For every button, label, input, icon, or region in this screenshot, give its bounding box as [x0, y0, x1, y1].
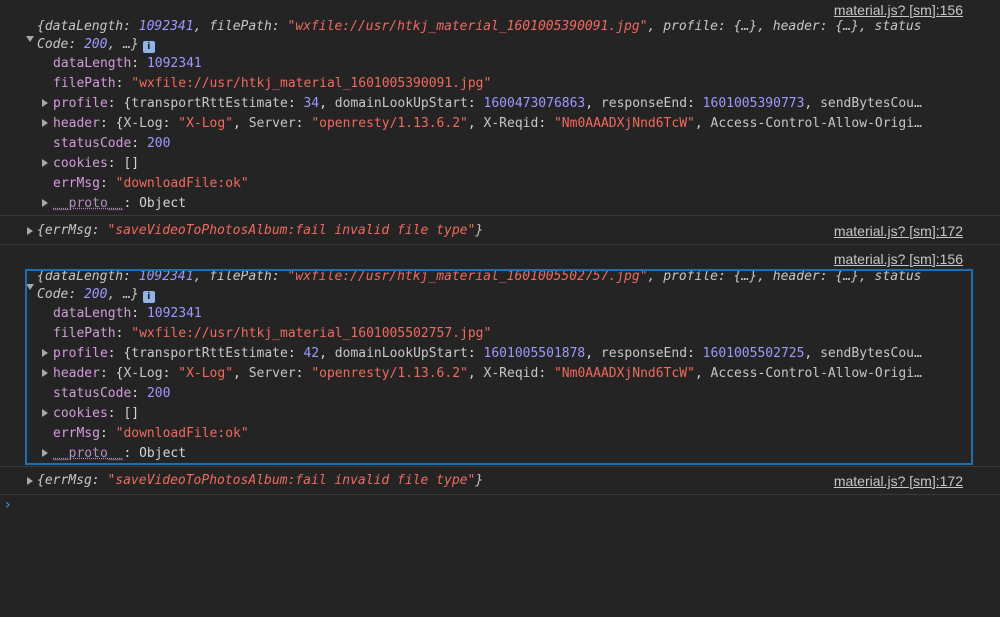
prop-profile[interactable]: profile: {transportRttEstimate: 42, doma… — [53, 344, 970, 364]
console-message-object[interactable]: material.js? [sm]:156 {dataLength: 10923… — [0, 0, 1000, 216]
prop-statusCode: statusCode: 200 — [53, 386, 171, 401]
collapse-triangle-icon[interactable] — [26, 36, 34, 42]
expand-triangle-icon[interactable] — [42, 119, 48, 127]
object-summary-wrap: Code: 200, …} i — [37, 285, 970, 305]
prop-proto[interactable]: __proto__: Object — [53, 194, 970, 214]
expand-triangle-icon[interactable] — [42, 199, 48, 207]
object-summary[interactable]: {errMsg: "saveVideoToPhotosAlbum:fail in… — [37, 221, 970, 241]
info-icon[interactable]: i — [142, 41, 155, 53]
info-icon[interactable]: i — [142, 291, 155, 303]
prop-profile[interactable]: profile: {transportRttEstimate: 34, doma… — [53, 94, 970, 114]
prop-filePath: filePath: "wxfile://usr/htkj_material_16… — [53, 76, 492, 91]
console-input[interactable] — [20, 495, 980, 517]
object-summary-wrap: Code: 200, …} i — [37, 35, 970, 55]
prop-header[interactable]: header: {X-Log: "X-Log", Server: "openre… — [53, 114, 970, 134]
console-prompt-chevron-icon[interactable]: › — [5, 497, 11, 513]
prop-errMsg: errMsg: "downloadFile:ok" — [53, 176, 249, 191]
prop-proto[interactable]: __proto__: Object — [53, 444, 970, 464]
expand-triangle-icon[interactable] — [42, 349, 48, 357]
object-summary[interactable]: {errMsg: "saveVideoToPhotosAlbum:fail in… — [37, 471, 970, 491]
prop-errMsg: errMsg: "downloadFile:ok" — [53, 426, 249, 441]
prop-cookies[interactable]: cookies: [] — [53, 404, 970, 424]
devtools-console: material.js? [sm]:156 {dataLength: 10923… — [0, 0, 1000, 617]
expand-triangle-icon[interactable] — [27, 477, 33, 485]
console-message-object-selected[interactable]: material.js? [sm]:156 {dataLength: 10923… — [0, 244, 1000, 464]
expand-triangle-icon[interactable] — [42, 449, 48, 457]
prop-statusCode: statusCode: 200 — [53, 136, 171, 151]
prop-filePath: filePath: "wxfile://usr/htkj_material_16… — [53, 326, 492, 341]
prop-dataLength: dataLength: 1092341 — [53, 306, 202, 321]
prop-header[interactable]: header: {X-Log: "X-Log", Server: "openre… — [53, 364, 970, 384]
expand-triangle-icon[interactable] — [42, 99, 48, 107]
object-summary[interactable]: {dataLength: 1092341, filePath: "wxfile:… — [37, 17, 970, 37]
prop-dataLength: dataLength: 1092341 — [53, 56, 202, 71]
console-message-error-object[interactable]: material.js? [sm]:172 {errMsg: "saveVide… — [0, 215, 1000, 245]
collapse-triangle-icon[interactable] — [26, 284, 34, 290]
expand-triangle-icon[interactable] — [42, 409, 48, 417]
source-link[interactable]: material.js? [sm]:156 — [834, 249, 963, 269]
expand-triangle-icon[interactable] — [27, 227, 33, 235]
object-summary[interactable]: {dataLength: 1092341, filePath: "wxfile:… — [37, 267, 970, 287]
console-message-error-object[interactable]: material.js? [sm]:172 {errMsg: "saveVide… — [0, 466, 1000, 495]
expand-triangle-icon[interactable] — [42, 159, 48, 167]
expand-triangle-icon[interactable] — [42, 369, 48, 377]
prop-cookies[interactable]: cookies: [] — [53, 154, 970, 174]
